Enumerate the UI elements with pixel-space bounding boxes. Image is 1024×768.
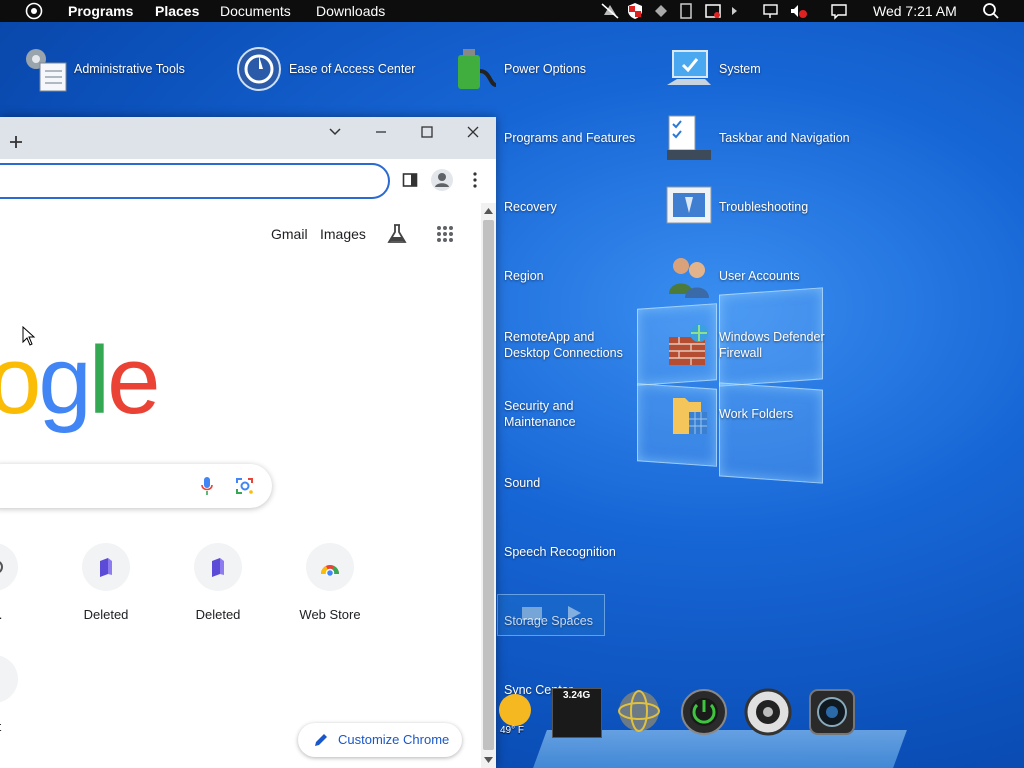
user-accounts-icon (669, 258, 709, 298)
weather-temp: 49° F (500, 725, 525, 736)
shortcut-icon (0, 655, 18, 703)
side-panel-icon[interactable] (402, 172, 418, 188)
desktop-item-label: Windows Defender Firewall (719, 330, 825, 360)
power-options-icon (458, 49, 497, 89)
images-link[interactable]: Images (320, 226, 366, 242)
desktop-item-sound[interactable]: Sound (504, 475, 540, 491)
google-lens-icon[interactable] (235, 476, 255, 496)
start-orb-icon[interactable] (25, 2, 43, 20)
shortcut-label: ortcut (0, 719, 35, 734)
google-logo: ogle (0, 327, 161, 434)
sun-icon (499, 694, 531, 726)
kebab-menu-icon[interactable] (467, 171, 483, 189)
google-search-box[interactable] (0, 464, 272, 508)
maximize-icon[interactable] (420, 125, 434, 139)
scrollbar-thumb[interactable] (483, 220, 494, 750)
desktop-item-speech-recognition[interactable]: Speech Recognition (504, 544, 616, 560)
firewall-icon (669, 324, 708, 365)
new-tab-page: Gmail Images ogle Deleted Deleted Web St… (0, 203, 480, 768)
system-icon (667, 50, 711, 85)
new-tab-icon[interactable] (9, 135, 23, 149)
expand-tray-icon[interactable] (729, 2, 739, 20)
work-folders-icon (673, 398, 707, 434)
admin-tools-icon (26, 49, 67, 92)
desktop-item-label: Power Options (504, 62, 586, 76)
scroll-up-arrow-icon[interactable] (484, 207, 493, 214)
tab-strip (0, 117, 496, 159)
chrome-window[interactable]: Gmail Images ogle Deleted Deleted Web St… (0, 117, 496, 768)
shortcut-label: Web Store (299, 607, 361, 622)
desktop-item-label: Work Folders (719, 407, 794, 421)
deleted-app-icon (212, 558, 224, 577)
shortcut-label: Deleted (195, 607, 241, 622)
screen-share-icon[interactable] (704, 2, 722, 20)
customize-chrome-label: Customize Chrome (338, 732, 450, 747)
desktop-item-storage-spaces[interactable]: Storage Spaces (504, 613, 593, 629)
troubleshooting-icon (666, 186, 712, 224)
memory-value: 3.24G (563, 690, 591, 701)
desktop-item-label: System (719, 62, 761, 76)
profile-avatar-icon[interactable] (430, 168, 454, 192)
search-icon[interactable] (982, 2, 1000, 20)
network-icon[interactable] (762, 2, 780, 20)
clock[interactable]: Wed 7:21 AM (873, 3, 957, 19)
close-icon[interactable] (466, 125, 480, 139)
apps-grid-icon[interactable] (436, 225, 454, 243)
globe-icon (0, 561, 3, 573)
desktop-item-label: Troubleshooting (719, 200, 809, 214)
menu-documents[interactable]: Documents (220, 3, 291, 19)
desktop-item-remoteapp[interactable]: RemoteApp and Desktop Connections (504, 329, 629, 361)
notifications-off-icon[interactable] (600, 2, 620, 20)
diamond-icon[interactable] (653, 2, 669, 20)
scroll-down-arrow-icon[interactable] (484, 757, 493, 764)
web-store-icon (321, 565, 339, 576)
customize-chrome-button[interactable]: Customize Chrome (298, 723, 462, 757)
document-icon[interactable] (679, 2, 693, 20)
desktop-item-label: User Accounts (719, 269, 800, 283)
windows-logo-pane (719, 382, 823, 484)
shortcut-label: sktо... (0, 607, 35, 622)
chevron-down-icon[interactable] (328, 125, 342, 139)
voice-search-mic-icon[interactable] (200, 476, 214, 496)
shortcut-label: Deleted (83, 607, 129, 622)
menu-downloads[interactable]: Downloads (316, 3, 385, 19)
power-button-icon[interactable] (680, 688, 728, 736)
address-bar[interactable] (0, 163, 390, 199)
action-center-icon[interactable] (830, 2, 848, 20)
menu-programs[interactable]: Programs (68, 3, 133, 19)
desktop-item-label: Taskbar and Navigation (719, 131, 850, 145)
desktop-item-label: Administrative Tools (74, 62, 185, 76)
desktop-item-label: Ease of Access Center (289, 62, 416, 76)
minimize-icon[interactable] (374, 125, 388, 139)
speaker-icon[interactable] (744, 688, 792, 736)
taskbar-icon (667, 115, 711, 160)
globe-orb-icon[interactable] (616, 688, 662, 734)
desktop-item-region[interactable]: Region (504, 268, 544, 284)
security-shield-icon[interactable] (626, 2, 644, 20)
ease-of-access-icon (237, 47, 281, 91)
camera-icon[interactable] (808, 688, 856, 736)
desktop-item-programs-features[interactable]: Programs and Features (504, 130, 635, 146)
desktop-item-security-maintenance[interactable]: Security and Maintenance (504, 398, 594, 430)
top-menu-bar: Programs Places Documents Downloads Wed … (0, 0, 1024, 22)
deleted-app-icon (100, 558, 112, 577)
menu-places[interactable]: Places (155, 3, 199, 19)
pencil-icon (315, 734, 327, 746)
gmail-link[interactable]: Gmail (271, 226, 308, 242)
volume-muted-icon[interactable] (788, 2, 808, 20)
desktop-item-recovery[interactable]: Recovery (504, 199, 557, 215)
labs-flask-icon[interactable] (386, 223, 408, 245)
